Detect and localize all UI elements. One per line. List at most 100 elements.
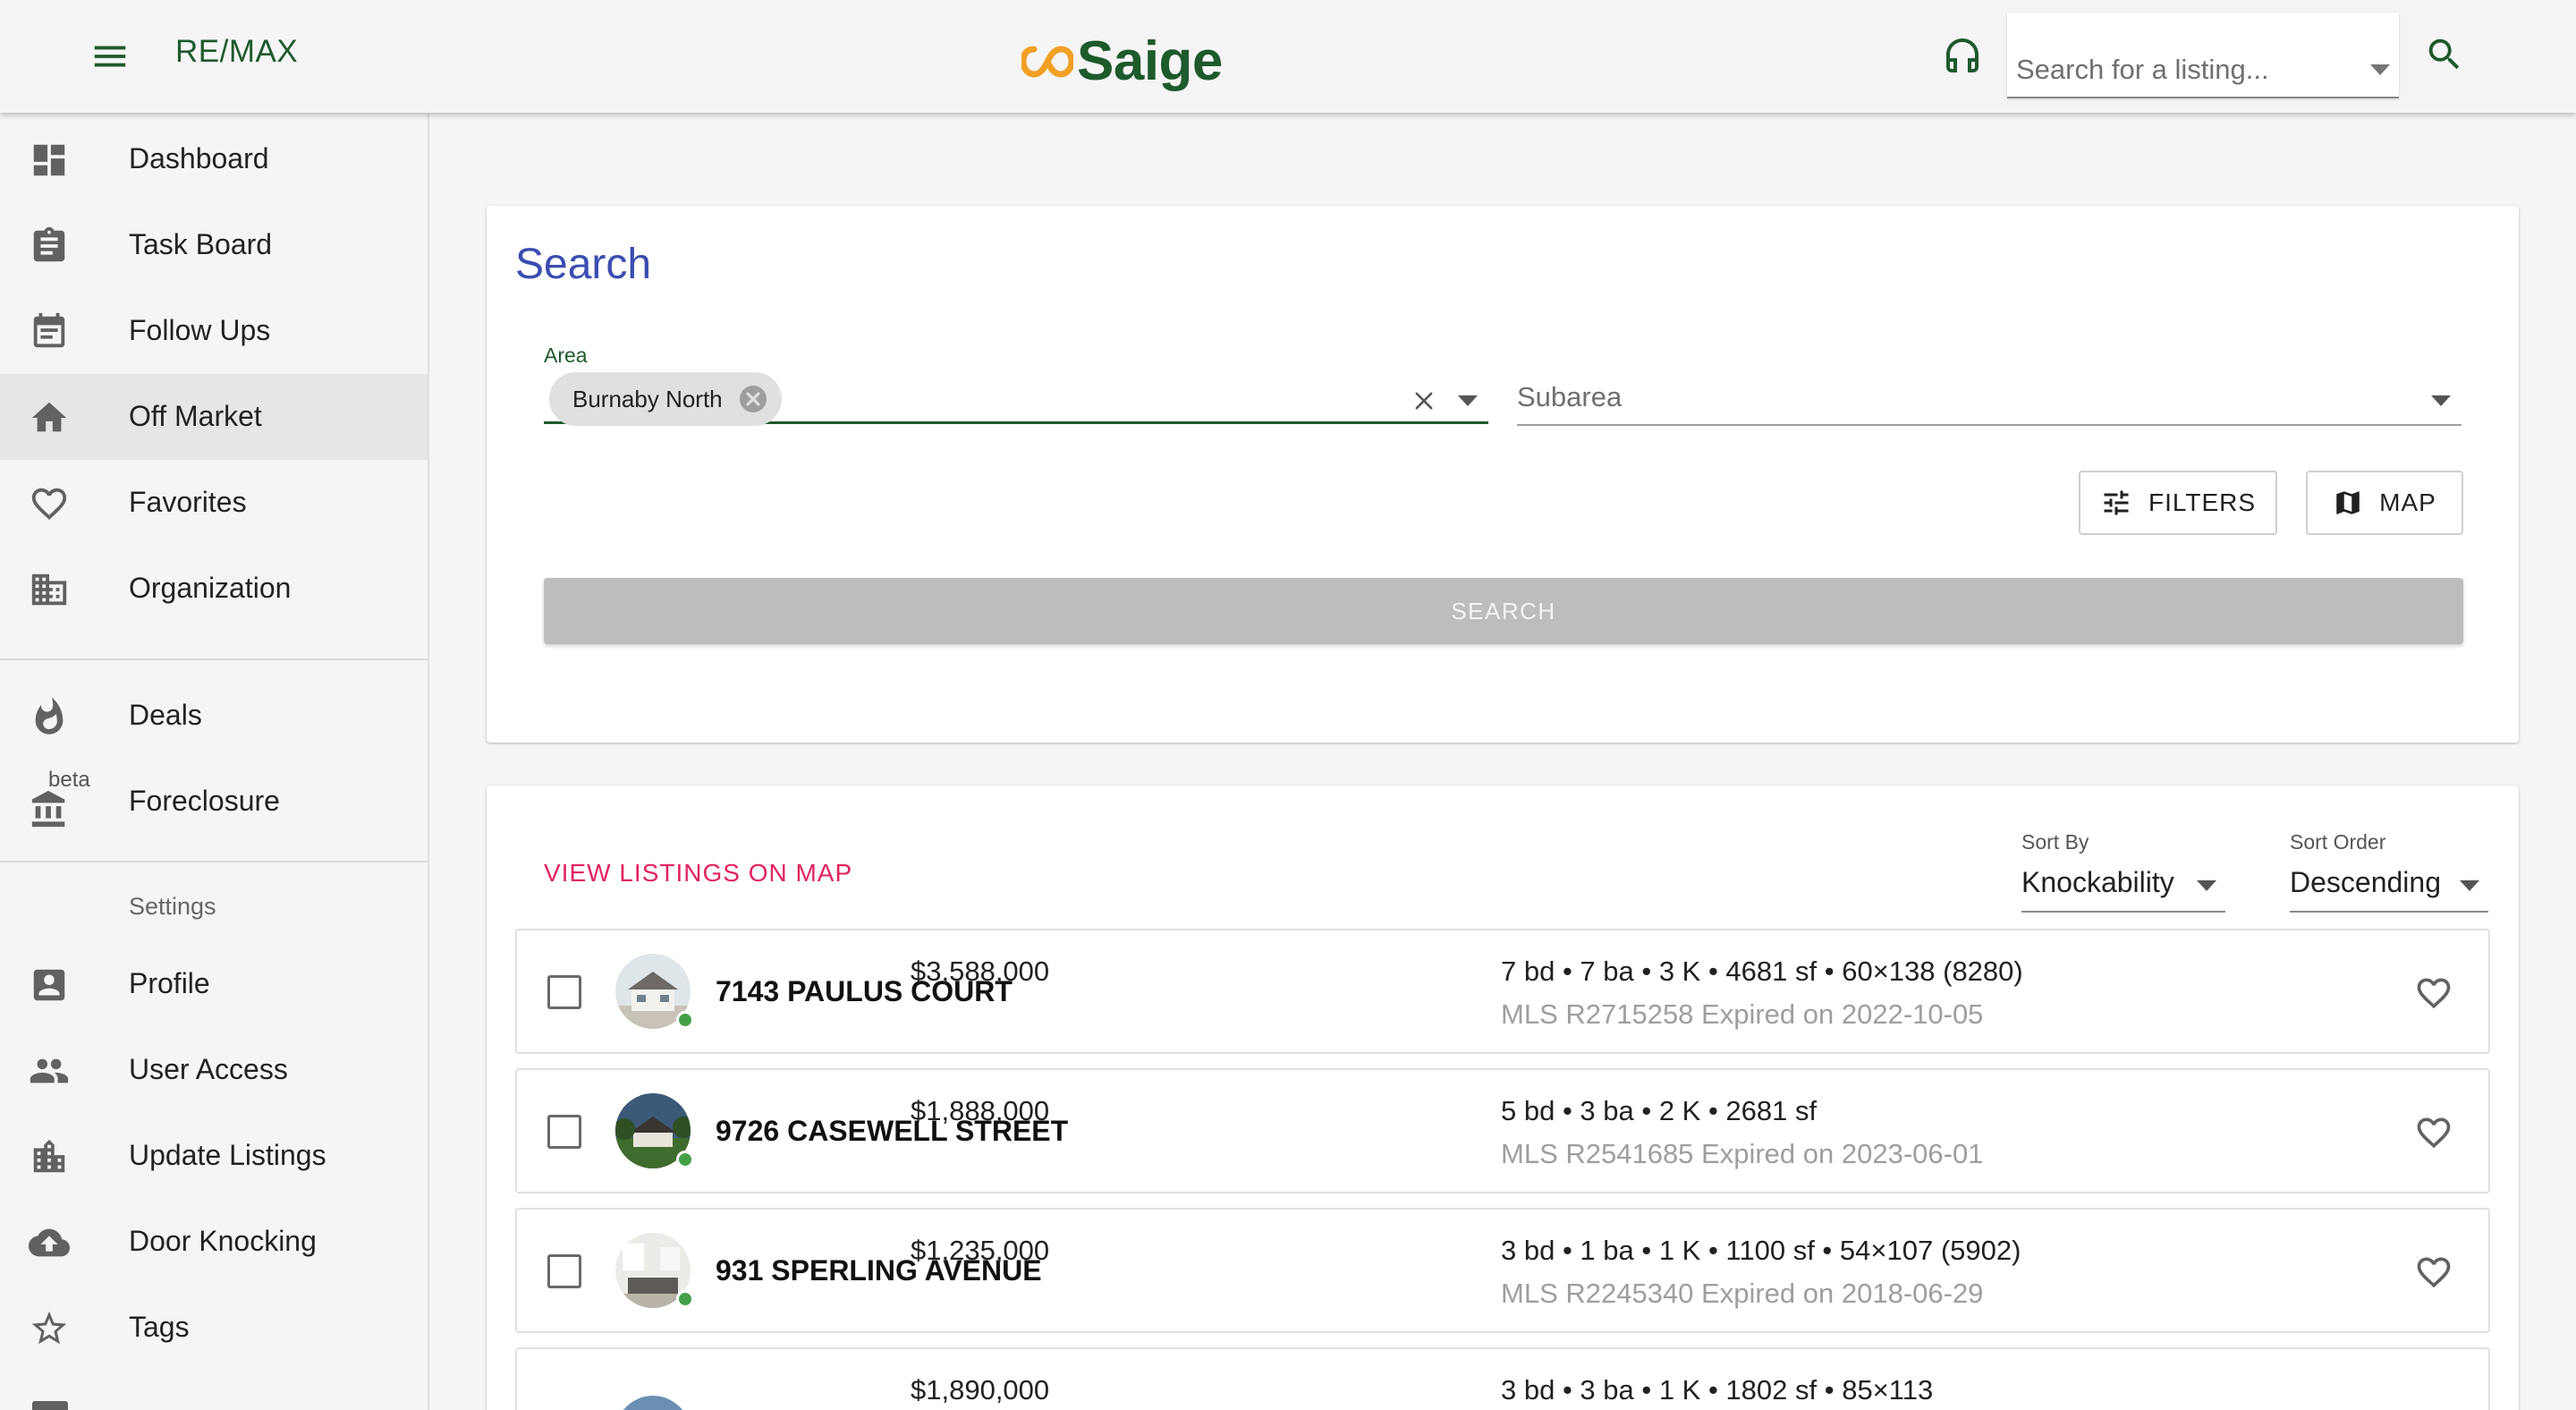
- chevron-down-icon[interactable]: [2370, 64, 2390, 75]
- listing-specs: 3 bd • 1 ba • 1 K • 1100 sf • 54×107 (59…: [1501, 1235, 2021, 1266]
- building-icon: [31, 573, 67, 606]
- listing-specs: 3 bd • 3 ba • 1 K • 1802 sf • 85×113: [1501, 1374, 1934, 1406]
- listing-search-input[interactable]: [2016, 52, 2347, 88]
- favorite-heart-icon[interactable]: [2413, 973, 2454, 1013]
- listing-mls-status: MLS R2715258 Expired on 2022-10-05: [1501, 998, 1984, 1030]
- sort-order-value: Descending: [2290, 866, 2441, 898]
- listing-checkbox[interactable]: [547, 1115, 581, 1149]
- area-select[interactable]: Burnaby North: [544, 369, 1488, 426]
- brand-name[interactable]: RE/MAX: [175, 34, 298, 70]
- view-listings-on-map-link[interactable]: VIEW LISTINGS ON MAP: [544, 859, 852, 888]
- sidebar-divider: [0, 658, 428, 660]
- listing-checkbox[interactable]: [547, 1254, 581, 1288]
- top-app-bar: RE/MAX Saige: [0, 0, 2576, 113]
- sort-order-select[interactable]: Descending: [2290, 855, 2488, 913]
- listing-price: $1,890,000: [911, 1374, 1050, 1406]
- clipboard-icon: [33, 226, 65, 262]
- menu-icon[interactable]: [88, 36, 132, 77]
- listing-thumbnail[interactable]: [615, 1396, 691, 1410]
- sidebar-item-organization[interactable]: Organization: [0, 546, 428, 632]
- status-dot: [676, 1290, 694, 1308]
- sidebar-item-favorites[interactable]: Favorites: [0, 460, 428, 546]
- area-chip[interactable]: Burnaby North: [549, 372, 782, 426]
- listing-mls-status: MLS R2541685 Expired on 2023-06-01: [1501, 1138, 1984, 1169]
- sidebar-item-foreclosure[interactable]: beta Foreclosure: [0, 759, 428, 845]
- clear-icon[interactable]: [1411, 388, 1436, 413]
- bank-icon: [31, 790, 65, 828]
- filters-button[interactable]: FILTERS: [2079, 471, 2277, 535]
- sort-by-value: Knockability: [2021, 866, 2174, 898]
- cloud-upload-icon: [29, 1228, 70, 1257]
- listing-price: $3,588,000: [911, 956, 1050, 987]
- sidebar-item-task-board[interactable]: Task Board: [0, 202, 428, 288]
- sidebar-item-dashboard[interactable]: Dashboard: [0, 116, 428, 202]
- listing-specs: 5 bd • 3 ba • 2 K • 2681 sf: [1501, 1095, 1818, 1126]
- status-dot: [676, 1151, 694, 1168]
- map-button[interactable]: MAP: [2306, 471, 2463, 535]
- results-card: VIEW LISTINGS ON MAP Sort By Knockabilit…: [487, 786, 2519, 1410]
- listing-search-box[interactable]: [2007, 13, 2399, 98]
- logo-text: Saige: [1077, 30, 1223, 92]
- favorite-heart-icon[interactable]: [2413, 1113, 2454, 1152]
- listing-row[interactable]: 9726 CASEWELL STREET $1,888,000 5 bd • 3…: [515, 1068, 2490, 1193]
- sidebar-item-label: Dashboard: [129, 142, 269, 174]
- sidebar-item-deals[interactable]: Deals: [0, 673, 428, 759]
- sidebar-item-label: Off Market: [129, 400, 262, 432]
- sidebar-item-profile[interactable]: Profile: [0, 941, 428, 1027]
- area-chip-label: Burnaby North: [572, 385, 723, 412]
- sidebar-item-label: Foreclosure: [129, 785, 280, 817]
- star-icon: [31, 1311, 67, 1345]
- sidebar-item-label: Door Knocking: [129, 1225, 317, 1257]
- sidebar-item-label: Profile: [129, 967, 210, 999]
- subarea-select[interactable]: Subarea: [1517, 376, 2462, 426]
- sidebar-item-label: Organization: [129, 572, 292, 604]
- search-icon[interactable]: [2424, 34, 2465, 75]
- sidebar-item-off-market[interactable]: Off Market: [0, 374, 428, 460]
- filters-label: FILTERS: [2148, 488, 2257, 516]
- listing-price: $1,888,000: [911, 1095, 1050, 1126]
- city-icon: [33, 1139, 65, 1173]
- map-icon: [2336, 491, 2360, 514]
- headset-icon[interactable]: [1941, 34, 1984, 79]
- chevron-down-icon[interactable]: [1458, 395, 1478, 406]
- dashboard-icon: [33, 144, 65, 176]
- saige-logo-mark: [1021, 46, 1073, 78]
- listing-checkbox[interactable]: [547, 975, 581, 1009]
- sidebar-divider: [0, 861, 428, 862]
- favorite-heart-icon[interactable]: [2413, 1253, 2454, 1292]
- calendar-icon: [33, 312, 65, 348]
- sidebar-item-label: User Access: [129, 1053, 288, 1085]
- sidebar-item-label: Task Board: [129, 228, 273, 260]
- sidebar-next-icon-partial: [32, 1401, 68, 1410]
- sidebar-nav: Dashboard Task Board Follow Ups Off Mark…: [0, 113, 429, 1410]
- sidebar-item-door-knocking[interactable]: Door Knocking: [0, 1199, 428, 1285]
- area-label: Area: [544, 344, 588, 367]
- saige-logo[interactable]: Saige: [1021, 29, 1223, 95]
- sort-order-label: Sort Order: [2290, 830, 2386, 854]
- listing-specs: 7 bd • 7 ba • 3 K • 4681 sf • 60×138 (82…: [1501, 956, 2023, 987]
- sidebar-item-user-access[interactable]: User Access: [0, 1027, 428, 1113]
- search-title: Search: [515, 241, 652, 288]
- sidebar-item-label: Deals: [129, 699, 202, 731]
- sidebar-item-tags[interactable]: Tags: [0, 1285, 428, 1371]
- chevron-down-icon: [2460, 880, 2479, 891]
- status-dot: [676, 1011, 694, 1029]
- subarea-placeholder: Subarea: [1517, 381, 1623, 412]
- search-card: Search Area Burnaby North Subarea FILTER…: [487, 206, 2519, 743]
- heart-icon: [31, 488, 67, 521]
- listing-row[interactable]: 7143 PAULUS COURT $3,588,000 7 bd • 7 ba…: [515, 929, 2490, 1054]
- search-button[interactable]: SEARCH: [544, 578, 2463, 644]
- sort-by-select[interactable]: Knockability: [2021, 855, 2225, 913]
- sidebar-item-follow-ups[interactable]: Follow Ups: [0, 288, 428, 374]
- chevron-down-icon: [2431, 395, 2451, 406]
- chip-remove-icon[interactable]: [737, 383, 769, 415]
- settings-header: Settings: [129, 893, 216, 920]
- listing-row[interactable]: 931 SPERLING AVENUE $1,235,000 3 bd • 1 …: [515, 1208, 2490, 1333]
- profile-icon: [33, 969, 65, 1001]
- listing-row[interactable]: $1,890,000 3 bd • 3 ba • 1 K • 1802 sf •…: [515, 1347, 2490, 1410]
- sidebar-item-update-listings[interactable]: Update Listings: [0, 1113, 428, 1199]
- sidebar-item-label: Update Listings: [129, 1139, 326, 1171]
- tune-icon: [2104, 490, 2129, 515]
- people-icon: [30, 1058, 69, 1083]
- listing-mls-status: MLS R2245340 Expired on 2018-06-29: [1501, 1278, 1984, 1309]
